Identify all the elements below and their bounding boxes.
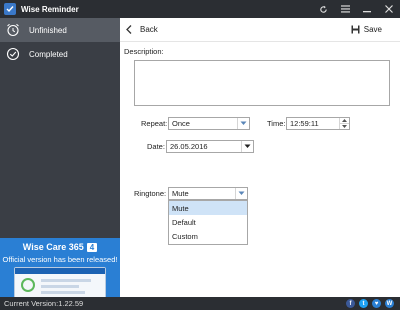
- spin-down-icon[interactable]: [340, 123, 349, 129]
- ringtone-label: Ringtone:: [134, 189, 167, 198]
- chevron-down-icon: [241, 141, 253, 152]
- facebook-icon[interactable]: f: [346, 299, 355, 308]
- back-label: Back: [140, 25, 158, 34]
- ringtone-dropdown-list: Mute Default Custom: [168, 200, 248, 245]
- chevron-down-icon: [235, 188, 247, 199]
- ringtone-option-custom[interactable]: Custom: [169, 229, 247, 243]
- version-text: Current Version:1.22.59: [4, 299, 84, 308]
- promo-screenshot-image: [14, 267, 106, 297]
- alarm-clock-icon: [5, 22, 21, 38]
- sidebar-item-unfinished[interactable]: Unfinished: [0, 18, 120, 42]
- sidebar-item-completed[interactable]: Completed: [0, 42, 120, 66]
- sidebar-item-label: Completed: [29, 49, 68, 59]
- close-icon[interactable]: [378, 0, 400, 18]
- date-value: 26.05.2016: [170, 142, 208, 151]
- promo-subtitle: Official version has been released!: [2, 255, 118, 264]
- chevron-down-icon: [237, 118, 249, 129]
- status-bar: Current Version:1.22.59 f t ♥ W: [0, 297, 400, 310]
- repeat-value: Once: [172, 119, 190, 128]
- repeat-label: Repeat:: [141, 119, 168, 128]
- repeat-select[interactable]: Once: [168, 117, 250, 130]
- description-input[interactable]: [134, 60, 390, 106]
- ringtone-option-default[interactable]: Default: [169, 215, 247, 229]
- save-disk-icon: [351, 25, 360, 34]
- title-bar: Wise Reminder: [0, 0, 400, 18]
- check-circle-icon: [5, 46, 21, 62]
- promo-title: Wise Care 365 4: [0, 242, 120, 252]
- main-panel: Back Save Description: Repeat: Once Time…: [120, 18, 400, 297]
- description-label: Description:: [124, 47, 164, 56]
- app-title: Wise Reminder: [21, 4, 79, 14]
- refresh-icon[interactable]: [312, 0, 334, 18]
- sidebar-item-label: Unfinished: [29, 25, 67, 35]
- time-stepper[interactable]: 12:59:11: [286, 117, 350, 130]
- twitter-icon[interactable]: t: [359, 299, 368, 308]
- promo-version-badge: 4: [86, 243, 98, 252]
- time-value: 12:59:11: [290, 119, 319, 128]
- promo-banner[interactable]: Wise Care 365 4 Official version has been…: [0, 238, 120, 297]
- time-label: Time:: [267, 119, 286, 128]
- thumbs-up-icon[interactable]: ♥: [372, 299, 381, 308]
- ringtone-value: Mute: [172, 189, 189, 198]
- ringtone-select[interactable]: Mute: [168, 187, 248, 200]
- ringtone-option-mute[interactable]: Mute: [169, 201, 247, 215]
- w-icon[interactable]: W: [385, 299, 394, 308]
- app-logo-icon: [4, 3, 16, 15]
- back-arrow-icon: [126, 25, 132, 34]
- back-button[interactable]: Back: [126, 25, 158, 34]
- minimize-icon[interactable]: [356, 0, 378, 18]
- sidebar: Unfinished Completed Wise Care 365 4 Offi…: [0, 18, 120, 297]
- menu-icon[interactable]: [334, 0, 356, 18]
- header-divider: [120, 41, 400, 42]
- date-label: Date:: [147, 142, 165, 151]
- date-picker[interactable]: 26.05.2016: [166, 140, 254, 153]
- save-button[interactable]: Save: [351, 25, 382, 34]
- save-label: Save: [363, 25, 382, 34]
